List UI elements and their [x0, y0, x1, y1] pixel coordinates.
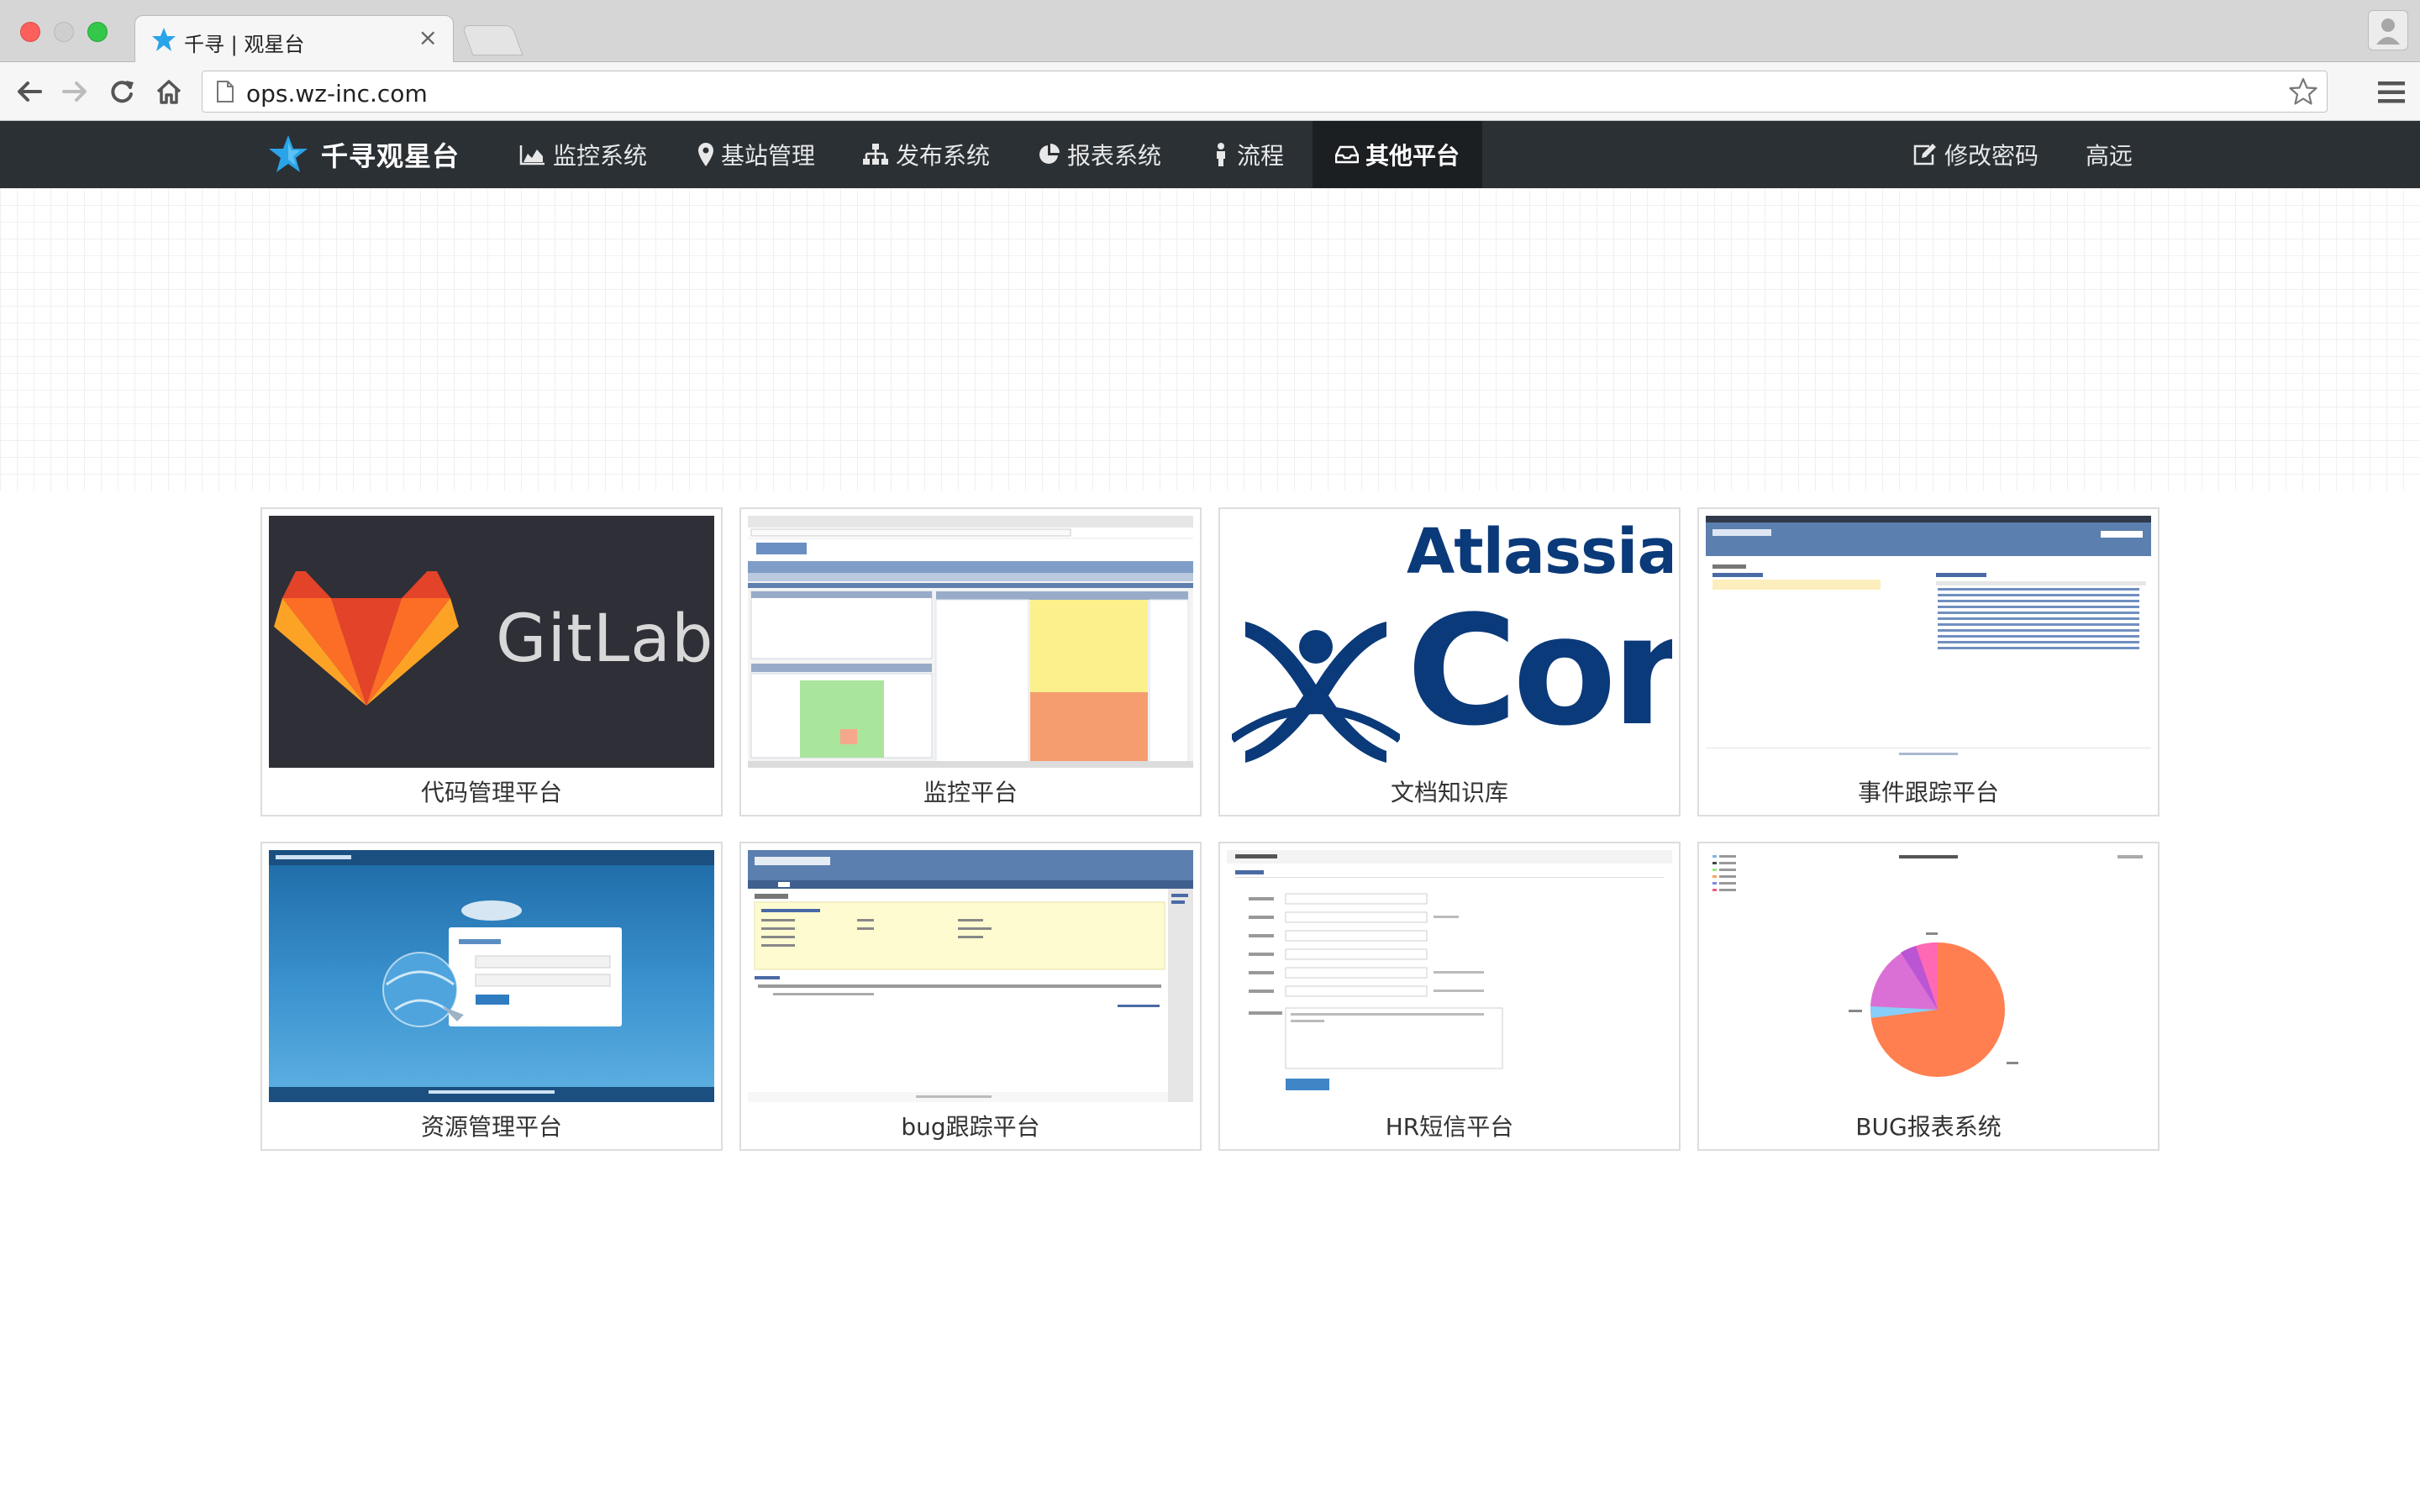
home-icon	[156, 80, 182, 104]
card-thumbnail	[748, 516, 1193, 768]
nav-item-base-station[interactable]: 基站管理	[689, 121, 823, 188]
nav-item-user[interactable]: 高远	[2077, 121, 2141, 188]
brand[interactable]: 千寻观星台	[267, 121, 460, 188]
card-thumbnail	[1706, 516, 2151, 768]
person-icon	[1217, 143, 1225, 166]
platform-card-gitlab[interactable]: GitLab 代码管理平台	[260, 507, 723, 816]
tab-close-button[interactable]: ×	[418, 24, 438, 51]
star-logo-icon	[269, 135, 308, 172]
maximize-window-button[interactable]	[87, 22, 108, 42]
reload-icon	[111, 81, 134, 103]
nav-label: 报表系统	[1067, 142, 1162, 170]
platform-card-hr-sms[interactable]: HR短信平台	[1218, 842, 1681, 1151]
platform-card-confluence[interactable]: Atlassian Con 文档知识库	[1218, 507, 1681, 816]
map-marker-icon	[698, 143, 713, 166]
platform-card-resource[interactable]: 资源管理平台	[260, 842, 723, 1151]
atlassian-wordmark: Atlassian	[1407, 516, 1672, 588]
page-icon	[217, 81, 234, 102]
back-button[interactable]	[12, 74, 47, 109]
nav-label: 基站管理	[721, 142, 816, 170]
nav-item-change-password[interactable]: 修改密码	[1904, 121, 2047, 188]
card-label: 代码管理平台	[420, 779, 562, 806]
nav-label: 流程	[1237, 142, 1285, 170]
browser-toolbar: ops.wz-inc.com	[0, 62, 2420, 121]
card-label: bug跟踪平台	[901, 1113, 1040, 1141]
browser-tab[interactable]: 千寻 | 观星台 ×	[134, 15, 454, 62]
platform-card-bug-report[interactable]: BUG报表系统	[1697, 842, 2160, 1151]
card-label: 事件跟踪平台	[1857, 779, 1999, 806]
card-label: 监控平台	[923, 779, 1018, 806]
tab-title: 千寻 | 观星台	[184, 33, 305, 56]
hr-sms-screenshot	[1227, 850, 1672, 1090]
area-chart-icon	[519, 145, 544, 165]
card-label: HR短信平台	[1385, 1113, 1514, 1141]
nav-item-workflow[interactable]: 流程	[1203, 121, 1292, 188]
address-bar[interactable]: ops.wz-inc.com	[202, 71, 2328, 113]
sitemap-icon	[863, 144, 888, 165]
new-tab-button[interactable]	[461, 25, 523, 55]
reload-button[interactable]	[104, 74, 139, 109]
bookmark-star-icon[interactable]	[2288, 76, 2318, 107]
star-icon	[152, 28, 176, 51]
browser-tab-strip: 千寻 | 观星台 ×	[0, 0, 2420, 62]
edit-icon	[1913, 144, 1936, 165]
main-content: GitLab 代码管理平台 监控平台 Atlassia Con 文档知识库 事件…	[0, 188, 2420, 1512]
card-thumbnail	[269, 850, 714, 1102]
nav-label: 监控系统	[553, 142, 648, 170]
forward-button[interactable]	[57, 74, 92, 109]
card-label: 资源管理平台	[420, 1113, 562, 1141]
event-tracking-screenshot	[1706, 516, 2151, 755]
inbox-icon	[1334, 145, 1359, 164]
confluence-wordmark: Con	[1407, 584, 1672, 759]
platform-card-event-tracking[interactable]: 事件跟踪平台	[1697, 507, 2160, 816]
nav-item-reports[interactable]: 报表系统	[1028, 121, 1170, 188]
pie-chart-icon	[1039, 144, 1060, 164]
home-button[interactable]	[151, 74, 187, 109]
nav-label: 其他平台	[1365, 142, 1460, 170]
card-thumbnail	[1227, 850, 1672, 1102]
arrow-left-icon	[18, 81, 42, 102]
address-text: ops.wz-inc.com	[246, 80, 428, 108]
nav-item-monitoring[interactable]: 监控系统	[511, 121, 655, 188]
brand-title: 千寻观星台	[321, 140, 460, 172]
card-thumbnail: Atlassian Con	[1227, 516, 1672, 768]
platform-card-monitor[interactable]: 监控平台	[739, 507, 1202, 816]
nav-item-release[interactable]: 发布系统	[854, 121, 998, 188]
arrow-right-icon	[62, 81, 87, 102]
user-name: 高远	[2086, 142, 2133, 170]
atlassian-x-icon	[1232, 622, 1400, 763]
close-window-button[interactable]	[20, 22, 40, 42]
bug-tracking-screenshot	[748, 850, 1193, 1102]
hamburger-menu-icon[interactable]	[2376, 79, 2407, 106]
monitor-screenshot	[748, 516, 1193, 768]
resource-login-screenshot	[269, 850, 714, 1102]
top-navbar: 千寻观星台 监控系统 基站管理 发布系统 报表系统 流程 其他平台 修改密码 高…	[0, 121, 2420, 188]
nav-item-other-platforms[interactable]: 其他平台	[1313, 121, 1482, 188]
platform-card-bug-tracking[interactable]: bug跟踪平台	[739, 842, 1202, 1151]
profile-button[interactable]	[2368, 10, 2408, 50]
bug-report-screenshot	[1712, 855, 2143, 1077]
user-icon	[2376, 18, 2400, 45]
gitlab-wordmark: GitLab	[496, 601, 714, 677]
card-thumbnail	[748, 850, 1193, 1102]
card-label: 文档知识库	[1390, 779, 1508, 806]
gitlab-fox-icon	[274, 571, 459, 706]
nav-label: 发布系统	[896, 142, 991, 170]
card-thumbnail	[1706, 850, 2151, 1102]
card-thumbnail: GitLab	[269, 516, 714, 768]
minimize-window-button[interactable]	[54, 22, 74, 42]
nav-label: 修改密码	[1944, 142, 2039, 170]
card-label: BUG报表系统	[1855, 1113, 2002, 1141]
